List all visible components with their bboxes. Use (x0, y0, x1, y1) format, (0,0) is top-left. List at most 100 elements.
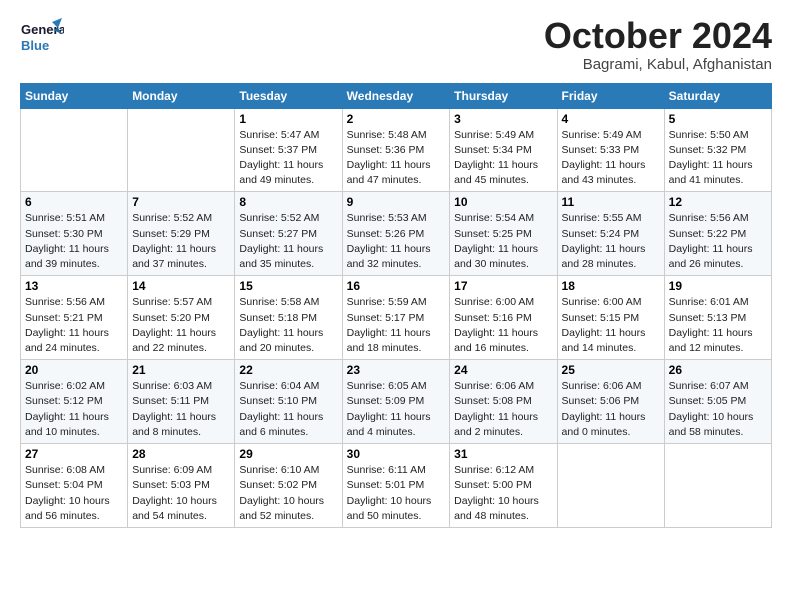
calendar-cell: 17 Sunrise: 6:00 AMSunset: 5:16 PMDayligh… (450, 276, 557, 360)
calendar-week-2: 13 Sunrise: 5:56 AMSunset: 5:21 PMDayligh… (21, 276, 772, 360)
day-number: 27 (25, 447, 123, 461)
day-number: 25 (562, 363, 660, 377)
day-number: 17 (454, 279, 552, 293)
location: Bagrami, Kabul, Afghanistan (544, 56, 772, 73)
day-number: 9 (347, 195, 446, 209)
calendar-cell: 28 Sunrise: 6:09 AMSunset: 5:03 PMDayligh… (128, 444, 235, 528)
day-info: Sunrise: 6:00 AMSunset: 5:16 PMDaylight:… (454, 295, 552, 356)
calendar-cell: 26 Sunrise: 6:07 AMSunset: 5:05 PMDayligh… (664, 360, 771, 444)
day-number: 24 (454, 363, 552, 377)
calendar-cell: 24Sunrise: 6:06 AMSunset: 5:08 PMDayligh… (450, 360, 557, 444)
day-header-thursday: Thursday (450, 83, 557, 108)
day-number: 8 (239, 195, 337, 209)
calendar-cell: 9 Sunrise: 5:53 AMSunset: 5:26 PMDaylight… (342, 192, 450, 276)
calendar-cell: 5 Sunrise: 5:50 AMSunset: 5:32 PMDaylight… (664, 108, 771, 192)
day-header-tuesday: Tuesday (235, 83, 342, 108)
day-info: Sunrise: 6:10 AMSunset: 5:02 PMDaylight:… (239, 463, 337, 524)
calendar-cell: 8 Sunrise: 5:52 AMSunset: 5:27 PMDaylight… (235, 192, 342, 276)
day-number: 4 (562, 112, 660, 126)
day-info: Sunrise: 5:51 AMSunset: 5:30 PMDaylight:… (25, 211, 123, 272)
calendar-cell: 15Sunrise: 5:58 AMSunset: 5:18 PMDayligh… (235, 276, 342, 360)
day-info: Sunrise: 5:56 AMSunset: 5:21 PMDaylight:… (25, 295, 123, 356)
title-block: October 2024 Bagrami, Kabul, Afghanistan (544, 16, 772, 73)
calendar-cell: 10Sunrise: 5:54 AMSunset: 5:25 PMDayligh… (450, 192, 557, 276)
day-info: Sunrise: 5:52 AMSunset: 5:27 PMDaylight:… (239, 211, 337, 272)
calendar-cell (128, 108, 235, 192)
day-number: 28 (132, 447, 230, 461)
day-number: 21 (132, 363, 230, 377)
day-number: 23 (347, 363, 446, 377)
day-info: Sunrise: 6:07 AMSunset: 5:05 PMDaylight:… (669, 379, 767, 440)
day-number: 19 (669, 279, 767, 293)
day-number: 16 (347, 279, 446, 293)
day-info: Sunrise: 5:49 AMSunset: 5:33 PMDaylight:… (562, 128, 660, 189)
day-number: 22 (239, 363, 337, 377)
day-number: 2 (347, 112, 446, 126)
day-info: Sunrise: 5:53 AMSunset: 5:26 PMDaylight:… (347, 211, 446, 272)
calendar-cell: 4 Sunrise: 5:49 AMSunset: 5:33 PMDaylight… (557, 108, 664, 192)
day-info: Sunrise: 5:48 AMSunset: 5:36 PMDaylight:… (347, 128, 446, 189)
calendar-cell: 3 Sunrise: 5:49 AMSunset: 5:34 PMDaylight… (450, 108, 557, 192)
day-info: Sunrise: 6:09 AMSunset: 5:03 PMDaylight:… (132, 463, 230, 524)
day-info: Sunrise: 5:49 AMSunset: 5:34 PMDaylight:… (454, 128, 552, 189)
day-number: 20 (25, 363, 123, 377)
day-number: 18 (562, 279, 660, 293)
day-info: Sunrise: 6:03 AMSunset: 5:11 PMDaylight:… (132, 379, 230, 440)
calendar-cell: 21 Sunrise: 6:03 AMSunset: 5:11 PMDayligh… (128, 360, 235, 444)
calendar-cell: 14 Sunrise: 5:57 AMSunset: 5:20 PMDayligh… (128, 276, 235, 360)
day-number: 14 (132, 279, 230, 293)
calendar-cell: 27 Sunrise: 6:08 AMSunset: 5:04 PMDayligh… (21, 444, 128, 528)
calendar-cell: 18 Sunrise: 6:00 AMSunset: 5:15 PMDayligh… (557, 276, 664, 360)
day-info: Sunrise: 6:01 AMSunset: 5:13 PMDaylight:… (669, 295, 767, 356)
calendar-week-1: 6 Sunrise: 5:51 AMSunset: 5:30 PMDaylight… (21, 192, 772, 276)
day-number: 12 (669, 195, 767, 209)
page: General Blue October 2024 Bagrami, Kabul… (0, 0, 792, 612)
day-info: Sunrise: 5:52 AMSunset: 5:29 PMDaylight:… (132, 211, 230, 272)
day-info: Sunrise: 5:59 AMSunset: 5:17 PMDaylight:… (347, 295, 446, 356)
day-info: Sunrise: 5:57 AMSunset: 5:20 PMDaylight:… (132, 295, 230, 356)
day-info: Sunrise: 5:56 AMSunset: 5:22 PMDaylight:… (669, 211, 767, 272)
day-info: Sunrise: 6:08 AMSunset: 5:04 PMDaylight:… (25, 463, 123, 524)
day-number: 3 (454, 112, 552, 126)
day-number: 13 (25, 279, 123, 293)
calendar-cell: 25 Sunrise: 6:06 AMSunset: 5:06 PMDayligh… (557, 360, 664, 444)
calendar-cell: 19 Sunrise: 6:01 AMSunset: 5:13 PMDayligh… (664, 276, 771, 360)
calendar-cell: 7Sunrise: 5:52 AMSunset: 5:29 PMDaylight… (128, 192, 235, 276)
calendar-cell: 22 Sunrise: 6:04 AMSunset: 5:10 PMDayligh… (235, 360, 342, 444)
day-info: Sunrise: 6:06 AMSunset: 5:06 PMDaylight:… (562, 379, 660, 440)
calendar-cell: 16 Sunrise: 5:59 AMSunset: 5:17 PMDayligh… (342, 276, 450, 360)
day-info: Sunrise: 6:04 AMSunset: 5:10 PMDaylight:… (239, 379, 337, 440)
day-header-monday: Monday (128, 83, 235, 108)
calendar-cell: 1Sunrise: 5:47 AMSunset: 5:37 PMDaylight… (235, 108, 342, 192)
day-number: 6 (25, 195, 123, 209)
logo-svg: General Blue (20, 16, 64, 60)
calendar-cell (664, 444, 771, 528)
day-info: Sunrise: 6:02 AMSunset: 5:12 PMDaylight:… (25, 379, 123, 440)
day-number: 29 (239, 447, 337, 461)
day-number: 10 (454, 195, 552, 209)
day-info: Sunrise: 6:12 AMSunset: 5:00 PMDaylight:… (454, 463, 552, 524)
calendar-cell: 13 Sunrise: 5:56 AMSunset: 5:21 PMDayligh… (21, 276, 128, 360)
calendar-cell (557, 444, 664, 528)
calendar-cell: 11Sunrise: 5:55 AMSunset: 5:24 PMDayligh… (557, 192, 664, 276)
day-header-wednesday: Wednesday (342, 83, 450, 108)
day-number: 5 (669, 112, 767, 126)
day-info: Sunrise: 5:47 AMSunset: 5:37 PMDaylight:… (239, 128, 337, 189)
day-info: Sunrise: 6:00 AMSunset: 5:15 PMDaylight:… (562, 295, 660, 356)
day-info: Sunrise: 5:58 AMSunset: 5:18 PMDaylight:… (239, 295, 337, 356)
calendar-cell: 23Sunrise: 6:05 AMSunset: 5:09 PMDayligh… (342, 360, 450, 444)
day-header-friday: Friday (557, 83, 664, 108)
calendar-cell: 29 Sunrise: 6:10 AMSunset: 5:02 PMDayligh… (235, 444, 342, 528)
day-number: 31 (454, 447, 552, 461)
day-number: 26 (669, 363, 767, 377)
calendar-cell: 20 Sunrise: 6:02 AMSunset: 5:12 PMDayligh… (21, 360, 128, 444)
day-info: Sunrise: 5:50 AMSunset: 5:32 PMDaylight:… (669, 128, 767, 189)
header: General Blue October 2024 Bagrami, Kabul… (20, 16, 772, 73)
day-info: Sunrise: 5:55 AMSunset: 5:24 PMDaylight:… (562, 211, 660, 272)
calendar-cell: 30Sunrise: 6:11 AMSunset: 5:01 PMDayligh… (342, 444, 450, 528)
day-header-saturday: Saturday (664, 83, 771, 108)
calendar-cell (21, 108, 128, 192)
calendar-week-4: 27 Sunrise: 6:08 AMSunset: 5:04 PMDayligh… (21, 444, 772, 528)
day-header-sunday: Sunday (21, 83, 128, 108)
calendar-cell: 12 Sunrise: 5:56 AMSunset: 5:22 PMDayligh… (664, 192, 771, 276)
